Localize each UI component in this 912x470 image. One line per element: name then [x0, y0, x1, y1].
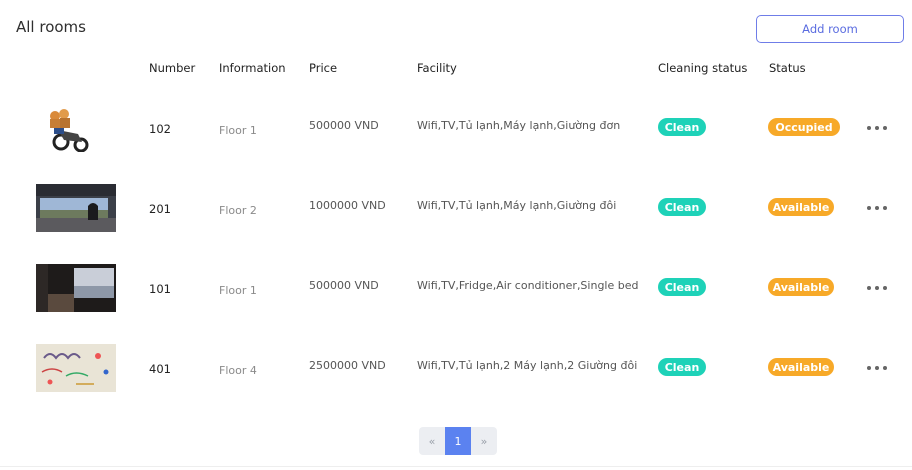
room-price: 500000 VND [309, 279, 379, 292]
more-horizontal-icon[interactable] [867, 201, 887, 215]
room-facility: Wifi,TV,Tủ lạnh,2 Máy lạnh,2 Giường đôi [417, 359, 638, 372]
status-badge: Available [768, 198, 834, 216]
header-cleaning-status: Cleaning status [658, 61, 748, 75]
room-facility: Wifi,TV,Fridge,Air conditioner,Single be… [417, 279, 639, 292]
room-facility: Wifi,TV,Tủ lạnh,Máy lạnh,Giường đơn [417, 119, 621, 132]
room-image-window [36, 264, 116, 312]
header-facility: Facility [417, 61, 457, 75]
room-number: 401 [149, 362, 171, 376]
room-information: Floor 2 [219, 204, 257, 217]
status-badge: Occupied [768, 118, 840, 136]
header-status: Status [769, 61, 806, 75]
header-number: Number [149, 61, 196, 75]
more-horizontal-icon[interactable] [867, 281, 887, 295]
cleaning-status-badge: Clean [658, 358, 706, 376]
room-price: 2500000 VND [309, 359, 386, 372]
page-title: All rooms [16, 18, 86, 36]
room-information: Floor 1 [219, 124, 257, 137]
more-horizontal-icon[interactable] [867, 121, 887, 135]
room-facility: Wifi,TV,Tủ lạnh,Máy lạnh,Giường đôi [417, 199, 617, 212]
header-price: Price [309, 61, 338, 75]
room-price: 1000000 VND [309, 199, 386, 212]
table-row: 201 Floor 2 1000000 VND Wifi,TV,Tủ lạnh,… [0, 168, 912, 248]
status-badge: Available [768, 278, 834, 296]
room-image-window-view [36, 184, 116, 232]
room-number: 102 [149, 122, 171, 136]
room-number: 201 [149, 202, 171, 216]
table-row: 401 Floor 4 2500000 VND Wifi,TV,Tủ lạnh,… [0, 328, 912, 408]
cleaning-status-badge: Clean [658, 198, 706, 216]
room-information: Floor 1 [219, 284, 257, 297]
pagination-page-button[interactable]: 1 [445, 427, 471, 455]
divider [0, 466, 912, 467]
room-image-drawing [36, 344, 116, 392]
table-row: 101 Floor 1 500000 VND Wifi,TV,Fridge,Ai… [0, 248, 912, 328]
add-room-button[interactable]: Add room [756, 15, 904, 43]
room-number: 101 [149, 282, 171, 296]
pagination: « 1 » [419, 427, 497, 455]
more-horizontal-icon[interactable] [867, 361, 887, 375]
pagination-prev-button[interactable]: « [419, 427, 445, 455]
room-price: 500000 VND [309, 119, 379, 132]
cleaning-status-badge: Clean [658, 118, 706, 136]
cleaning-status-badge: Clean [658, 278, 706, 296]
table-row: 102 Floor 1 500000 VND Wifi,TV,Tủ lạnh,M… [0, 88, 912, 168]
room-information: Floor 4 [219, 364, 257, 377]
room-image-motorbike [36, 104, 116, 152]
status-badge: Available [768, 358, 834, 376]
pagination-next-button[interactable]: » [471, 427, 497, 455]
header-information: Information [219, 61, 286, 75]
